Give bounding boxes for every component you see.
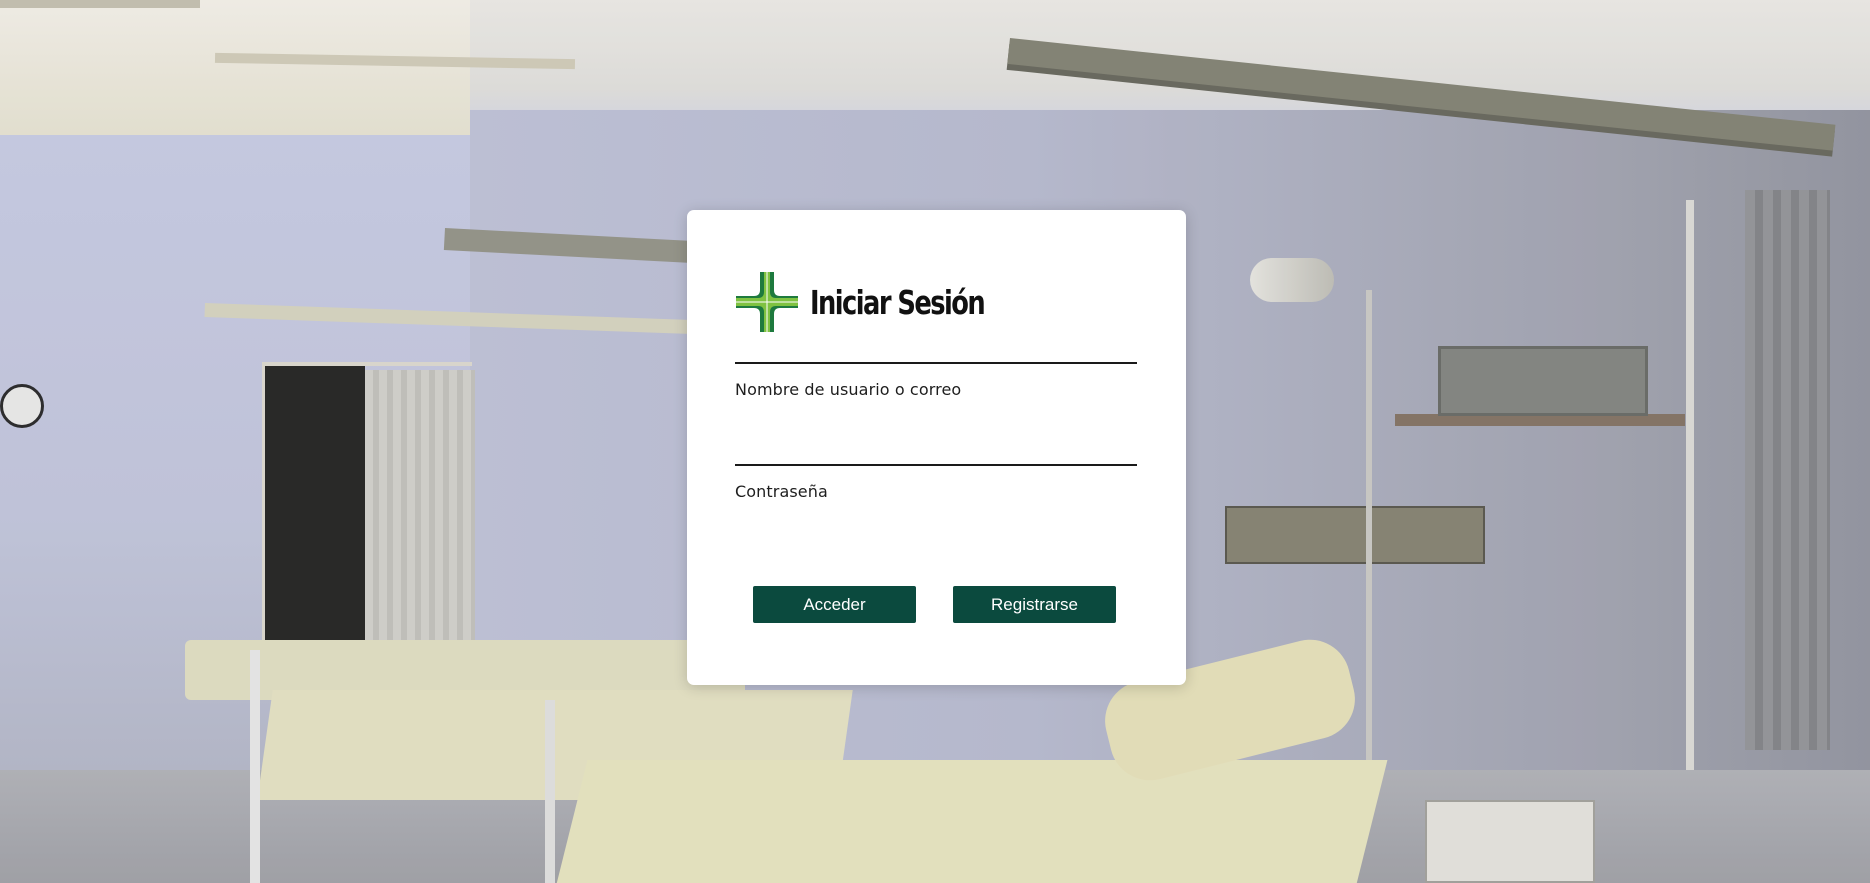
register-button[interactable]: Registrarse bbox=[953, 586, 1116, 623]
login-header: Iniciar Sesión bbox=[736, 272, 1033, 332]
password-input[interactable] bbox=[735, 432, 1137, 466]
login-title: Iniciar Sesión bbox=[810, 282, 986, 322]
password-label: Contraseña bbox=[735, 482, 828, 501]
login-actions: Acceder Registrarse bbox=[753, 586, 1116, 623]
username-field-group: Nombre de usuario o correo bbox=[735, 330, 1137, 399]
username-label: Nombre de usuario o correo bbox=[735, 380, 962, 399]
password-field-group: Contraseña bbox=[735, 432, 1137, 501]
login-button[interactable]: Acceder bbox=[753, 586, 916, 623]
username-input[interactable] bbox=[735, 330, 1137, 364]
background-scene: Iniciar Sesión Nombre de usuario o corre… bbox=[0, 0, 1870, 883]
medical-cross-icon bbox=[736, 272, 798, 332]
login-card: Iniciar Sesión Nombre de usuario o corre… bbox=[687, 210, 1186, 685]
